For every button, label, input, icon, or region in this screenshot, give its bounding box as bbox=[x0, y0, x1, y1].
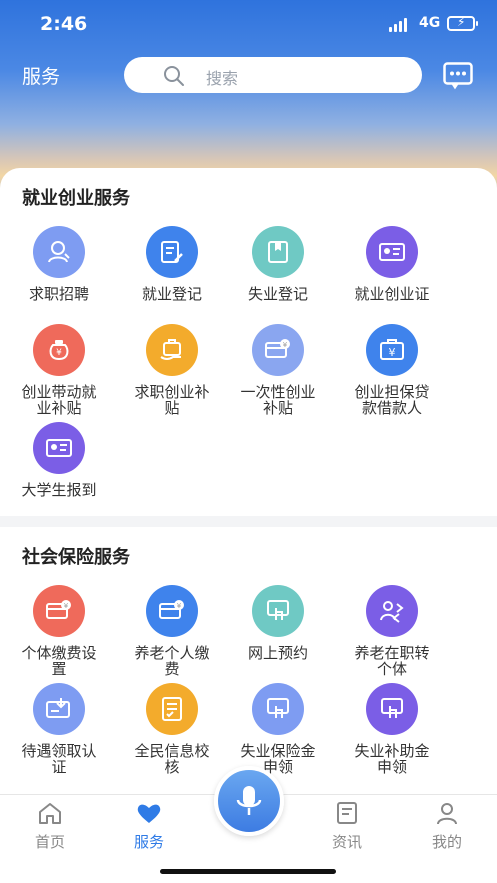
employment-service-item-label: 大学生报到 bbox=[21, 481, 97, 499]
home-icon bbox=[39, 803, 61, 824]
employment-service-item-label: 就业创业证 bbox=[354, 285, 430, 303]
person-search-icon bbox=[33, 226, 85, 278]
signal-icon bbox=[389, 18, 407, 32]
tab-profile[interactable]: 我的 bbox=[407, 801, 487, 852]
card-payment-icon: ¥ bbox=[146, 585, 198, 637]
employment-service-item[interactable]: ¥ 创业担保贷款借款人 bbox=[337, 324, 447, 416]
battery-icon: ⚡ bbox=[447, 15, 478, 31]
tab-home[interactable]: 首页 bbox=[10, 801, 90, 852]
status-bar: 2:46 4G ⚡ bbox=[0, 0, 497, 46]
briefcase-hand-icon bbox=[146, 324, 198, 376]
insurance-service-item[interactable]: 失业保险金申领 bbox=[223, 683, 333, 775]
insurance-service-item[interactable]: ¥ 养老个人缴费 bbox=[117, 585, 227, 677]
employment-service-item[interactable]: 求职招聘 bbox=[4, 226, 114, 302]
news-icon bbox=[337, 802, 357, 824]
employment-service-item[interactable]: 就业创业证 bbox=[337, 226, 447, 302]
insurance-service-item[interactable]: 失业补助金申领 bbox=[337, 683, 447, 775]
yuan-briefcase-icon: ¥ bbox=[366, 324, 418, 376]
hand-touch-icon bbox=[366, 683, 418, 735]
home-indicator bbox=[160, 869, 336, 874]
voice-button[interactable] bbox=[214, 766, 284, 836]
tab-home-label: 首页 bbox=[34, 833, 65, 851]
search-input[interactable]: 搜索 bbox=[124, 57, 422, 93]
search-icon bbox=[164, 66, 184, 86]
employment-service-item[interactable]: 求职创业补贴 bbox=[117, 324, 227, 416]
insurance-service-item[interactable]: 网上预约 bbox=[223, 585, 333, 661]
transfer-person-icon bbox=[366, 585, 418, 637]
hand-touch-icon bbox=[252, 683, 304, 735]
insurance-service-item-label: 养老个人缴费 bbox=[134, 644, 210, 678]
tab-services[interactable]: 服务 bbox=[109, 801, 189, 852]
employment-service-item-label: 求职创业补贴 bbox=[134, 383, 210, 417]
employment-service-item-label: 求职招聘 bbox=[28, 285, 89, 303]
heart-icon bbox=[137, 804, 161, 823]
card-payment-icon: ¥ bbox=[252, 324, 304, 376]
search-placeholder: 搜索 bbox=[206, 69, 239, 88]
employment-service-item[interactable]: ¥ 创业带动就业补贴 bbox=[4, 324, 114, 416]
employment-service-item-label: 失业登记 bbox=[247, 285, 308, 303]
money-bag-icon: ¥ bbox=[33, 324, 85, 376]
svg-text:¥: ¥ bbox=[177, 602, 182, 610]
section-title-employment: 就业创业服务 bbox=[22, 188, 130, 209]
insurance-service-item-label: 待遇领取认证 bbox=[21, 742, 97, 776]
tab-profile-label: 我的 bbox=[431, 833, 462, 851]
svg-text:¥: ¥ bbox=[389, 346, 396, 359]
insurance-service-item-label: 失业补助金申领 bbox=[354, 742, 430, 776]
checklist-icon bbox=[146, 683, 198, 735]
tab-news-label: 资讯 bbox=[331, 833, 362, 851]
employment-service-item-label: 创业带动就业补贴 bbox=[21, 383, 97, 417]
insurance-service-item[interactable]: 养老在职转个体 bbox=[337, 585, 447, 677]
user-icon bbox=[437, 803, 457, 825]
employment-service-item-label: 一次性创业补贴 bbox=[240, 383, 316, 417]
card-payment-icon: ¥ bbox=[33, 585, 85, 637]
message-icon[interactable] bbox=[443, 62, 473, 90]
svg-text:¥: ¥ bbox=[283, 341, 288, 349]
employment-service-item[interactable]: 失业登记 bbox=[223, 226, 333, 302]
tab-services-label: 服务 bbox=[133, 833, 164, 851]
page-title: 服务 bbox=[22, 66, 61, 88]
hand-touch-icon bbox=[252, 585, 304, 637]
insurance-service-item-label: 养老在职转个体 bbox=[354, 644, 430, 678]
book-icon bbox=[252, 226, 304, 278]
tab-news[interactable]: 资讯 bbox=[307, 801, 387, 852]
employment-service-item[interactable]: 就业登记 bbox=[117, 226, 227, 302]
status-time: 2:46 bbox=[40, 13, 88, 35]
insurance-service-item-label: 网上预约 bbox=[247, 644, 308, 662]
employment-service-item[interactable]: 大学生报到 bbox=[4, 422, 114, 498]
id-card-icon bbox=[33, 422, 85, 474]
employment-service-item[interactable]: ¥ 一次性创业补贴 bbox=[223, 324, 333, 416]
network-type: 4G bbox=[419, 15, 441, 31]
employment-service-item-label: 就业登记 bbox=[141, 285, 202, 303]
id-card-icon bbox=[366, 226, 418, 278]
certificate-icon bbox=[33, 683, 85, 735]
insurance-service-item-label: 全民信息校核 bbox=[134, 742, 210, 776]
insurance-service-item[interactable]: 待遇领取认证 bbox=[4, 683, 114, 775]
insurance-service-item[interactable]: ¥ 个体缴费设置 bbox=[4, 585, 114, 677]
insurance-service-item-label: 个体缴费设置 bbox=[21, 644, 97, 678]
svg-text:¥: ¥ bbox=[64, 602, 69, 610]
svg-text:¥: ¥ bbox=[56, 348, 62, 358]
insurance-service-item[interactable]: 全民信息校核 bbox=[117, 683, 227, 775]
edit-document-icon bbox=[146, 226, 198, 278]
employment-service-item-label: 创业担保贷款借款人 bbox=[354, 383, 430, 417]
microphone-icon bbox=[236, 786, 262, 815]
section-title-insurance: 社会保险服务 bbox=[22, 547, 130, 568]
